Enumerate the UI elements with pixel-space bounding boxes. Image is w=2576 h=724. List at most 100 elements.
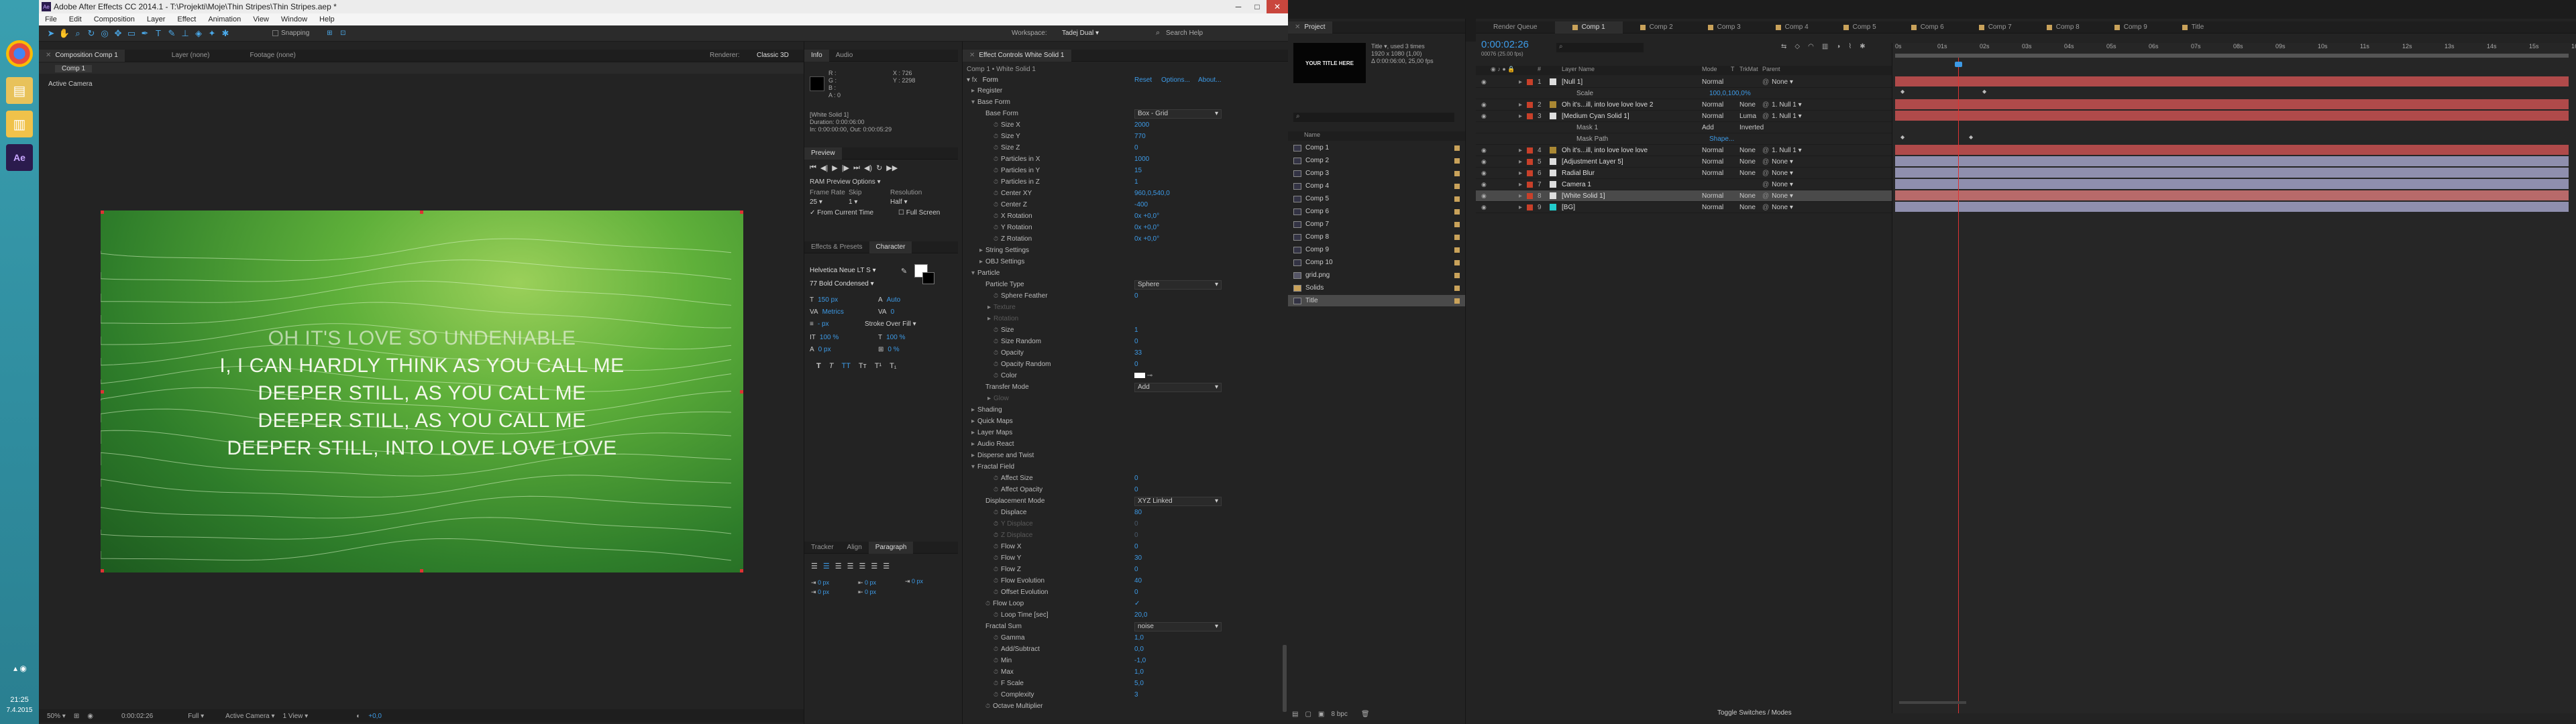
layer-trkmat-select[interactable]: Inverted xyxy=(1739,124,1764,131)
align-left-button[interactable]: ☰ xyxy=(811,562,818,570)
layer-name[interactable]: [White Solid 1] xyxy=(1562,192,1605,200)
layer-name[interactable]: Radial Blur xyxy=(1562,170,1595,177)
effect-prop-value[interactable]: 1 xyxy=(1134,326,1138,334)
layer-name[interactable]: [Adjustment Layer 5] xyxy=(1562,158,1623,166)
comp-subtab[interactable]: Comp 1 xyxy=(55,64,93,72)
effect-prop-value[interactable]: 0 xyxy=(1134,566,1138,573)
stopwatch-icon[interactable]: ⏱ xyxy=(994,566,998,573)
handle-br[interactable] xyxy=(740,569,743,572)
pan-behind-tool-icon[interactable]: ✥ xyxy=(111,27,125,40)
handle-bl[interactable] xyxy=(101,569,104,572)
frame-rate-select[interactable]: 25 ▾ xyxy=(810,198,822,206)
effect-prop-row[interactable]: ⏱ Affect Size 0 xyxy=(963,473,1278,484)
stopwatch-icon[interactable]: ⏱ xyxy=(994,611,998,619)
effect-prop-value[interactable]: 0 xyxy=(1134,486,1138,493)
effect-prop-row[interactable]: ▸ Texture xyxy=(963,302,1278,313)
label-color-swatch[interactable] xyxy=(1454,298,1460,304)
shy-layers-icon[interactable]: ◠ xyxy=(1808,43,1814,50)
justify-all-button[interactable]: ☰ xyxy=(883,562,890,570)
effect-prop-value[interactable]: 15 xyxy=(1134,167,1142,174)
effect-prop-row[interactable]: ▸ Rotation xyxy=(963,313,1278,324)
layer-name[interactable]: Camera 1 xyxy=(1562,181,1591,188)
twirl-icon[interactable]: ▸ xyxy=(963,418,977,425)
twirl-icon[interactable]: ▸ xyxy=(963,87,977,95)
handle-tr[interactable] xyxy=(740,210,743,214)
effect-prop-row[interactable]: ⏱ Flow Loop ✓ xyxy=(963,598,1278,609)
visibility-eye-icon[interactable]: ◉ xyxy=(1481,101,1487,109)
layer-property-value[interactable]: 100,0,100,0% xyxy=(1709,90,1751,97)
toggle-switches-modes[interactable]: Toggle Switches / Modes xyxy=(1717,709,1792,717)
layer-parent-select[interactable]: @ None ▾ xyxy=(1762,204,1793,211)
layer-name[interactable]: [Null 1] xyxy=(1562,78,1582,86)
handle-tc[interactable] xyxy=(420,210,423,214)
skip-select[interactable]: 1 ▾ xyxy=(849,198,857,206)
effect-name[interactable]: Form xyxy=(983,76,998,84)
close-button[interactable]: ✕ xyxy=(1267,0,1288,13)
justify-right-button[interactable]: ☰ xyxy=(871,562,877,570)
layer-row[interactable]: ◉ 6 ▸ Radial Blur Normal None @ None ▾ xyxy=(1476,168,1892,179)
layer-twirl-icon[interactable]: ▸ xyxy=(1519,204,1522,211)
layer-row[interactable]: ◉ 2 ▸ Oh it's...ill, into love love love 2 N… xyxy=(1476,99,1892,111)
layer-mode-select[interactable]: Normal xyxy=(1702,101,1723,109)
effect-prop-row[interactable]: ⏱ Sphere Feather 0 xyxy=(963,290,1278,302)
layer-row[interactable]: ◉ 1 ▸ [Null 1] Normal @ None ▾ xyxy=(1476,76,1892,88)
effect-prop-row[interactable]: ▸ String Settings xyxy=(963,245,1278,256)
project-item[interactable]: Solids xyxy=(1288,282,1465,294)
visibility-eye-icon[interactable]: ◉ xyxy=(1481,78,1487,86)
tab-effect-controls[interactable]: ✕ Effect Controls White Solid 1 xyxy=(963,49,1071,62)
tab-tracker[interactable]: Tracker xyxy=(804,542,841,554)
effect-prop-value[interactable]: 0,0 xyxy=(1134,646,1144,653)
stopwatch-icon[interactable]: ⏱ xyxy=(994,201,998,208)
stopwatch-icon[interactable]: ⏱ xyxy=(994,668,998,676)
label-color-swatch[interactable] xyxy=(1454,183,1460,189)
superscript-button[interactable]: T¹ xyxy=(875,362,881,370)
tab-preview[interactable]: Preview xyxy=(804,147,842,160)
effect-prop-value[interactable]: 0x +0,0° xyxy=(1134,213,1159,220)
effect-prop-row[interactable]: ▸ OBJ Settings xyxy=(963,256,1278,267)
layer-trkmat-select[interactable]: None xyxy=(1739,147,1756,154)
stopwatch-icon[interactable]: ⏱ xyxy=(994,178,998,186)
camera-tool-icon[interactable]: ◎ xyxy=(98,27,111,40)
effect-prop-row[interactable]: ⏱ Particles in X 1000 xyxy=(963,154,1278,165)
effect-prop-row[interactable]: ⏱ F Scale 5,0 xyxy=(963,678,1278,689)
effect-prop-row[interactable]: ⏱ Opacity Random 0 xyxy=(963,359,1278,370)
stopwatch-icon[interactable]: ⏱ xyxy=(985,703,990,710)
twirl-icon[interactable]: ▸ xyxy=(963,304,994,311)
effect-prop-value[interactable]: 0 xyxy=(1134,520,1138,528)
stopwatch-icon[interactable]: ⏱ xyxy=(994,292,998,300)
effect-prop-row[interactable]: ⏱ Size Random 0 xyxy=(963,336,1278,347)
first-line-indent[interactable]: 0 px xyxy=(912,578,923,585)
layer-trkmat-select[interactable]: None xyxy=(1739,158,1756,166)
first-frame-icon[interactable]: ⏮ xyxy=(810,164,816,172)
effect-prop-value[interactable]: 1 xyxy=(1134,178,1138,186)
folder-taskbar-icon[interactable]: ▥ xyxy=(6,111,33,137)
stopwatch-icon[interactable]: ⏱ xyxy=(994,577,998,585)
timeline-tab-comp-2[interactable]: Comp 2 xyxy=(1623,21,1690,34)
pen-tool-icon[interactable]: ✒ xyxy=(138,27,152,40)
snap-edges-icon[interactable]: ⊡ xyxy=(336,27,350,40)
visibility-eye-icon[interactable]: ◉ xyxy=(1481,181,1487,188)
effect-prop-row[interactable]: ⏱ Loop Time [sec] 20,0 xyxy=(963,609,1278,621)
timeline-tab-comp-9[interactable]: Comp 9 xyxy=(2097,21,2165,34)
effect-prop-row[interactable]: ▸ Quick Maps xyxy=(963,416,1278,427)
keyframe-icon[interactable]: ◆ xyxy=(1900,88,1904,95)
effect-prop-value[interactable]: 2000 xyxy=(1134,121,1149,129)
timeline-tab-comp-1[interactable]: Comp 1 xyxy=(1554,21,1623,34)
layer-mode-select[interactable]: Normal xyxy=(1702,158,1723,166)
label-color-swatch[interactable] xyxy=(1454,170,1460,176)
stopwatch-icon[interactable]: ⏱ xyxy=(994,349,998,357)
handle-tl[interactable] xyxy=(101,210,104,214)
layer-label-color[interactable] xyxy=(1527,78,1533,85)
from-current-time-checkbox[interactable]: ✓ From Current Time xyxy=(810,209,873,217)
effect-prop-row[interactable]: ⏱ Add/Subtract 0,0 xyxy=(963,644,1278,655)
effect-prop-row[interactable]: ⏱ Color ⊸ xyxy=(963,370,1278,381)
stopwatch-icon[interactable]: ⏱ xyxy=(994,520,998,528)
effect-prop-value[interactable]: 770 xyxy=(1134,133,1146,140)
tray-icons[interactable]: ▴ ◉ xyxy=(13,664,27,673)
effect-prop-row[interactable]: ⏱ Flow Z 0 xyxy=(963,564,1278,575)
label-color-swatch[interactable] xyxy=(1454,272,1460,278)
property-track[interactable]: ◆ ◆ xyxy=(1895,88,2569,98)
effect-prop-value[interactable]: 3 xyxy=(1134,691,1138,699)
effect-prop-row[interactable]: ▸ Disperse and Twist xyxy=(963,450,1278,461)
stopwatch-icon[interactable]: ⏱ xyxy=(994,326,998,334)
